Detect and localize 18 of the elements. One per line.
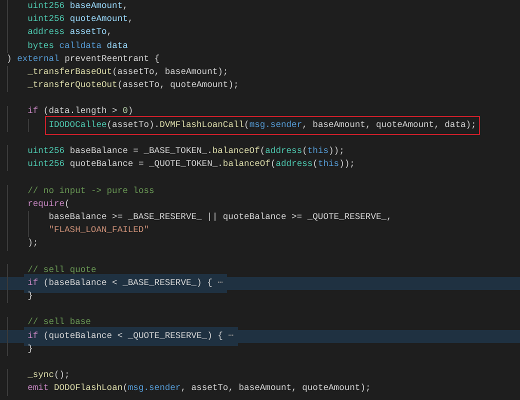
code-line: uint256 baseAmount, bbox=[26, 0, 129, 13]
code-line: _sync(); bbox=[26, 369, 71, 382]
code-line: ); bbox=[26, 237, 40, 250]
code-line: bytes calldata data bbox=[26, 40, 129, 53]
code-line: _transferQuoteOut(assetTo, quoteAmount); bbox=[26, 79, 240, 92]
code-line: address assetTo, bbox=[26, 26, 114, 40]
code-line: // no input -> pure loss bbox=[26, 184, 156, 198]
code-line: if (data.length > 0) bbox=[26, 105, 134, 118]
code-line: uint256 baseBalance = _BASE_TOKEN_.balanceOf(address(this)); bbox=[26, 145, 346, 158]
code-line: "FLASH_LOAN_FAILED" bbox=[48, 224, 150, 238]
code-line: ) external preventReentrant { bbox=[6, 52, 161, 66]
code-line: require( bbox=[26, 198, 71, 211]
code-line: baseBalance >= _BASE_RESERVE_ || quoteBalance >= _QUOTE_RESERVE_, bbox=[48, 210, 393, 224]
code-line: _transferBaseOut(assetTo, baseAmount); bbox=[26, 66, 230, 79]
code-line: emit DODOFlashLoan(msg.sender, assetTo, baseAmount, quoteAmount); bbox=[26, 382, 372, 396]
code-line: uint256 quoteAmount, bbox=[26, 13, 134, 26]
code-line: // sell base bbox=[26, 316, 92, 330]
code-line: uint256 quoteBalance = _QUOTE_TOKEN_.balanceOf(address(this)); bbox=[26, 158, 356, 172]
